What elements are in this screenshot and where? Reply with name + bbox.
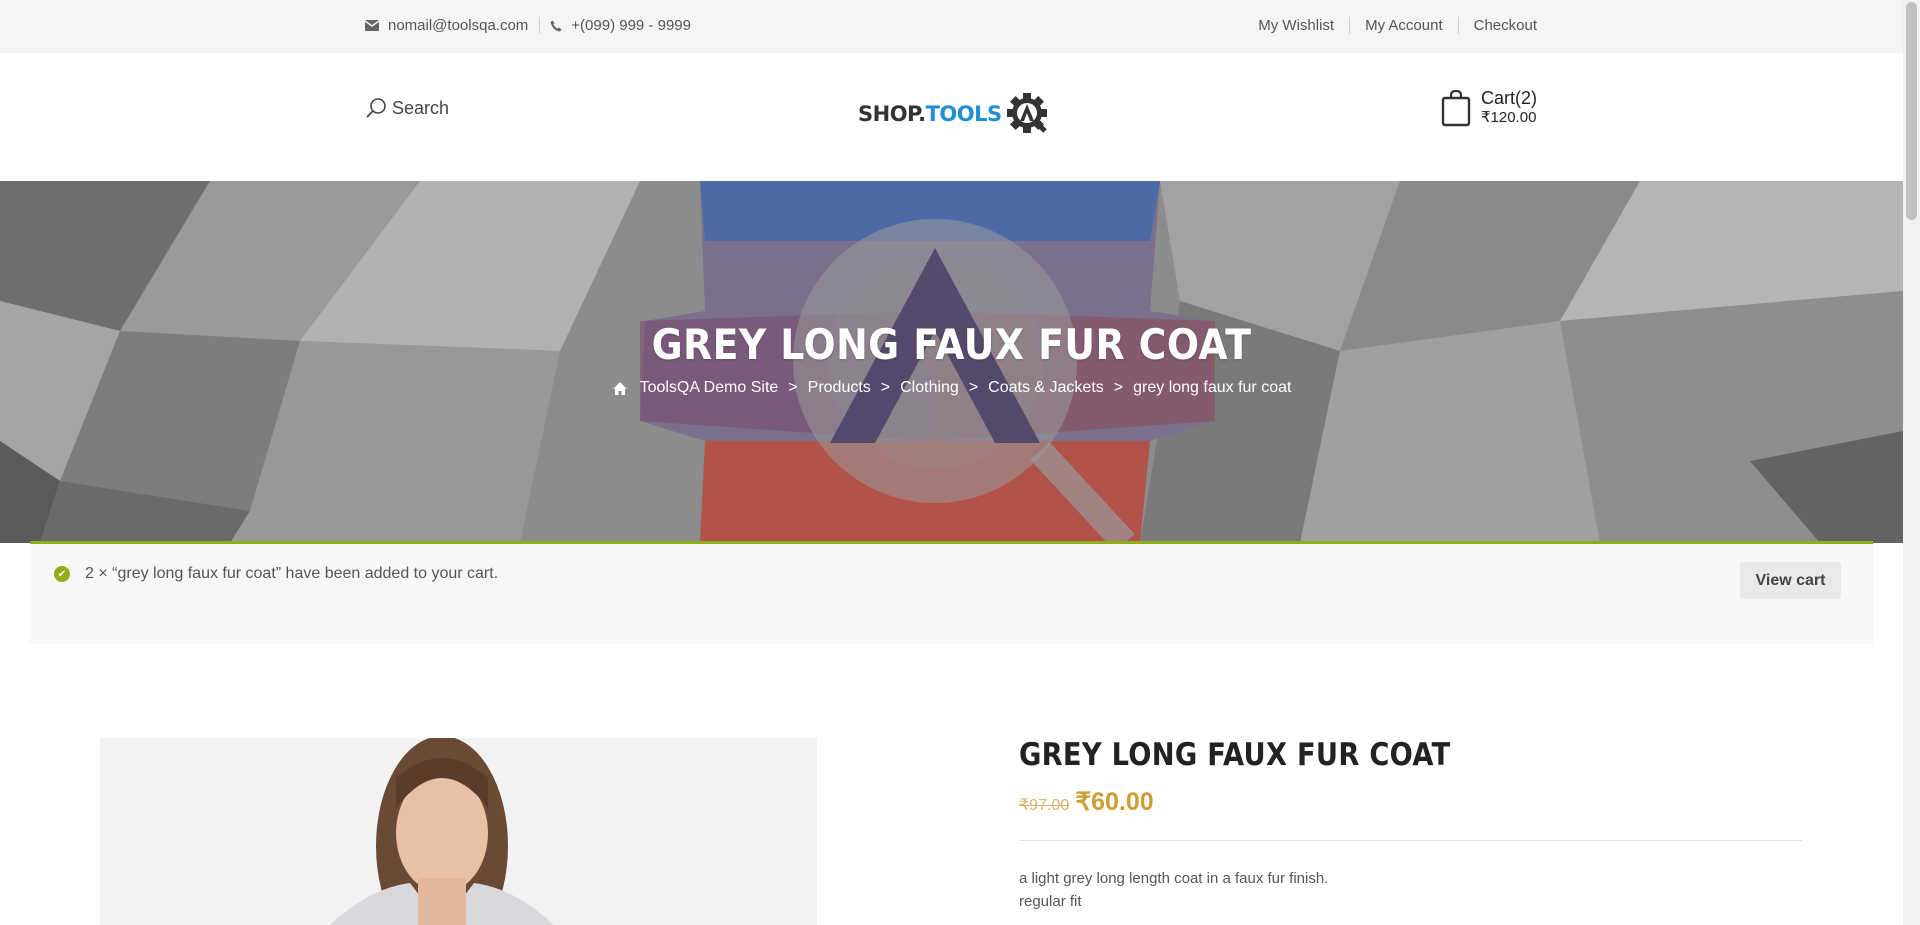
breadcrumb: ToolsQA Demo Site > Products > Clothing … [0, 379, 1903, 397]
divider [1457, 17, 1459, 34]
cart-label: Cart(2) [1480, 88, 1537, 108]
phone-contact[interactable]: +(099) 999 - 9999 [550, 17, 691, 34]
description-line: a light grey long length coat in a faux … [1019, 870, 1329, 887]
description-line: regular fit [1019, 893, 1082, 910]
home-icon[interactable] [612, 381, 628, 396]
check-icon: ✔ [54, 566, 70, 582]
scrollbar-thumb[interactable] [1906, 2, 1917, 220]
contact-info: nomail@toolsqa.com +(099) 999 - 9999 [365, 17, 691, 34]
breadcrumb-separator: > [880, 379, 891, 396]
cart-added-notice: ✔ 2 × “grey long faux fur coat” have bee… [30, 541, 1873, 644]
breadcrumb-products[interactable]: Products [808, 379, 871, 397]
phone-text: +(099) 999 - 9999 [571, 17, 691, 34]
notice-message: 2 × “grey long faux fur coat” have been … [85, 565, 499, 582]
checkout-link[interactable]: Checkout [1474, 17, 1537, 34]
breadcrumb-clothing[interactable]: Clothing [900, 379, 959, 397]
divider [1349, 17, 1351, 34]
logo-text-tools: TOOLS [925, 102, 1003, 126]
envelope-icon [365, 20, 379, 31]
top-bar: nomail@toolsqa.com +(099) 999 - 9999 My … [0, 0, 1903, 53]
cart-total: ₹120.00 [1480, 109, 1537, 126]
search-icon [366, 98, 386, 118]
divider [539, 17, 541, 34]
product-title: GREY LONG FAUX FUR COAT [1019, 737, 1451, 773]
breadcrumb-coats-jackets[interactable]: Coats & Jackets [988, 379, 1104, 397]
wishlist-link[interactable]: My Wishlist [1258, 17, 1334, 34]
breadcrumb-current: grey long faux fur coat [1133, 379, 1292, 396]
search-toggle[interactable]: Search [365, 97, 449, 119]
divider [1019, 840, 1802, 841]
breadcrumb-separator: > [788, 379, 798, 396]
product-description: a light grey long length coat in a faux … [1019, 867, 1328, 913]
search-label: Search [392, 97, 450, 118]
sale-price: ₹60.00 [1075, 788, 1154, 816]
gear-logo-icon [1006, 93, 1047, 133]
view-cart-button[interactable]: View cart [1740, 562, 1841, 599]
breadcrumb-home[interactable]: ToolsQA Demo Site [640, 379, 779, 397]
site-logo[interactable]: SHOP. TOOLS [858, 91, 1051, 137]
breadcrumb-separator: > [1113, 379, 1124, 396]
site-header: Search SHOP. TOOLS Cart(2) ₹120.00 [0, 53, 1903, 181]
phone-icon [550, 20, 562, 31]
header-cart[interactable]: Cart(2) ₹120.00 [1441, 89, 1537, 127]
page-banner: GREY LONG FAUX FUR COAT ToolsQA Demo Sit… [0, 181, 1903, 543]
account-links: My Wishlist My Account Checkout [1258, 17, 1537, 34]
email-text: nomail@toolsqa.com [388, 17, 529, 34]
logo-text-shop: SHOP. [858, 102, 926, 126]
email-contact[interactable]: nomail@toolsqa.com [365, 17, 528, 34]
my-account-link[interactable]: My Account [1365, 17, 1443, 34]
old-price: ₹97.00 [1019, 797, 1070, 814]
product-image[interactable] [100, 738, 817, 925]
product-price: ₹97.00 ₹60.00 [1019, 787, 1154, 817]
banner-title: GREY LONG FAUX FUR COAT [651, 320, 1252, 369]
shopping-bag-icon [1441, 89, 1471, 127]
product-photo [100, 738, 817, 925]
breadcrumb-separator: > [968, 379, 979, 396]
page-scrollbar[interactable] [1903, 0, 1920, 925]
